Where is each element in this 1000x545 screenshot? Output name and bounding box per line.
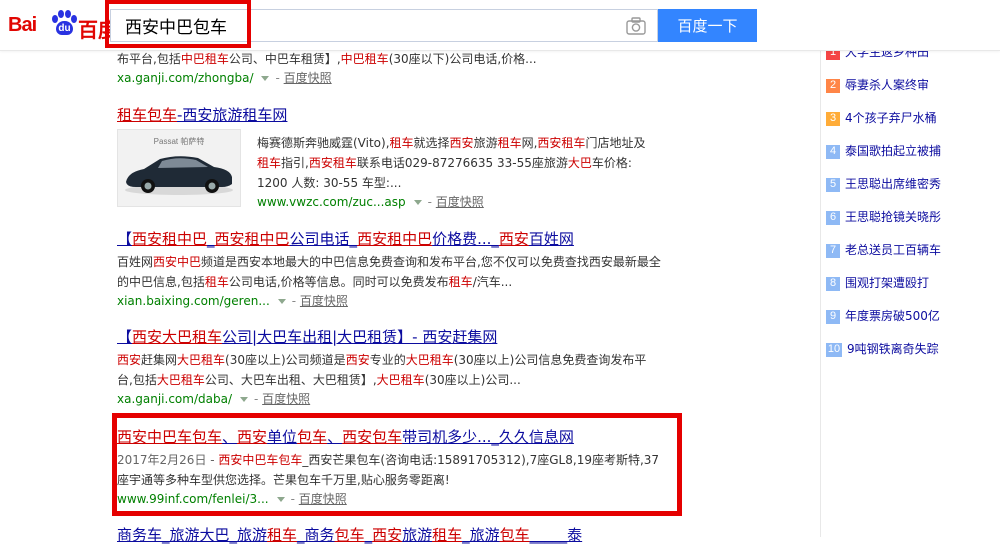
search-button[interactable]: 百度一下 — [658, 9, 757, 42]
hot-list-label: 年度票房破500亿 — [845, 309, 940, 323]
camera-icon[interactable] — [626, 17, 646, 35]
header-bar: Bai du 百度 百度一下 — [0, 0, 1000, 51]
result-item: 布平台,包括中巴租车公司、中巴车租赁】,中巴租车(30座以下)公司电话,价格..… — [117, 49, 677, 87]
result-item: 西安中巴车包车、西安单位包车、西安包车带司机多少..._久久信息网 2017年2… — [117, 426, 677, 508]
hot-list-item[interactable]: 6 王思聪抢镜关晓彤 — [826, 208, 941, 228]
hot-list-label: 泰国歌拍起立被捕 — [845, 144, 942, 158]
result-title[interactable]: 租车包车-西安旅游租车网 — [117, 104, 677, 125]
snapshot-link[interactable]: 百度快照 — [300, 294, 348, 308]
rank-badge: 8 — [826, 277, 840, 291]
result-item: 【西安大巴租车公司|大巴车出租|大巴租赁】- 西安赶集网 西安赶集网大巴租车(3… — [117, 326, 677, 408]
dropdown-arrow-icon[interactable] — [276, 496, 285, 502]
result-url-line: www.99inf.com/fenlei/3... - 百度快照 — [117, 492, 347, 506]
hot-list-item[interactable]: 3 4个孩子弃尸水桶 — [826, 109, 937, 129]
logo-text-en: Bai — [8, 14, 37, 36]
hot-list-label: 围观打架遭殴打 — [845, 276, 930, 290]
rank-badge: 6 — [826, 211, 840, 225]
rank-badge: 9 — [826, 310, 840, 324]
result-url[interactable]: xa.ganji.com/zhongba/ — [117, 71, 253, 85]
snapshot-link[interactable]: 百度快照 — [284, 71, 332, 85]
dropdown-arrow-icon[interactable] — [239, 396, 248, 402]
result-url[interactable]: www.99inf.com/fenlei/3... — [117, 492, 269, 506]
paw-icon: du — [52, 10, 77, 38]
dropdown-arrow-icon[interactable] — [277, 298, 286, 304]
hot-list-item[interactable]: 8 围观打架遭殴打 — [826, 274, 929, 294]
result-url-line: xian.baixing.com/geren... - 百度快照 — [117, 294, 348, 308]
rank-badge: 7 — [826, 244, 840, 258]
result-item: 租车包车-西安旅游租车网 Passat 帕萨特 梅赛德斯奔驰威霆(Vito),租… — [117, 104, 677, 209]
result-abstract: 梅赛德斯奔驰威霆(Vito),租车就选择西安旅游租车网,西安租车门店地址及租车指… — [257, 136, 646, 190]
search-input[interactable] — [111, 10, 625, 41]
result-item: 【西安租中巴_西安租中巴公司电话_西安租中巴价格费..._西安百姓网 百姓网西安… — [117, 228, 677, 310]
result-url-line: www.vwzc.com/zuc...asp - 百度快照 — [257, 195, 484, 209]
hot-list-label: 老总送员工百辆车 — [845, 243, 942, 257]
hot-list-item[interactable]: 10 9吨钢铁离奇失踪 — [826, 340, 939, 360]
hot-list-label: 王思聪抢镜关晓彤 — [845, 210, 942, 224]
snapshot-link[interactable]: 百度快照 — [299, 492, 347, 506]
result-item: 商务车_旅游大巴_旅游租车_商务包车_西安旅游租车_旅游包车_____泰 — [117, 524, 677, 545]
hot-list-item[interactable]: 4 泰国歌拍起立被捕 — [826, 142, 941, 162]
result-title[interactable]: 【西安租中巴_西安租中巴公司电话_西安租中巴价格费..._西安百姓网 — [117, 228, 677, 249]
hot-list-label: 4个孩子弃尸水桶 — [845, 111, 937, 125]
result-abstract: 百姓网西安中巴频道是西安本地最大的中巴信息免费查询和发布平台,您不仅可以免费查找… — [117, 255, 661, 289]
rank-badge: 4 — [826, 145, 840, 159]
hot-list-label: 9吨钢铁离奇失踪 — [847, 342, 939, 356]
dropdown-arrow-icon[interactable] — [261, 75, 270, 81]
result-thumbnail[interactable]: Passat 帕萨特 — [117, 129, 241, 207]
hot-list-label: 王思聪出席维密秀 — [845, 177, 942, 191]
search-results: 布平台,包括中巴租车公司、中巴车租赁】,中巴租车(30座以下)公司电话,价格..… — [0, 0, 700, 544]
result-title[interactable]: 商务车_旅游大巴_旅游租车_商务包车_西安旅游租车_旅游包车_____泰 — [117, 524, 677, 545]
hot-search-list: 1 大学生返乡种田 2 辱妻杀人案终审 3 4个孩子弃尸水桶 4 泰国歌拍起立被捕 5王… — [820, 38, 1000, 537]
result-title[interactable]: 【西安大巴租车公司|大巴车出租|大巴租赁】- 西安赶集网 — [117, 326, 677, 347]
result-url-line: xa.ganji.com/zhongba/- 百度快照 — [117, 71, 332, 85]
hot-list-item[interactable]: 5 王思聪出席维密秀 — [826, 175, 941, 195]
result-title[interactable]: 西安中巴车包车、西安单位包车、西安包车带司机多少..._久久信息网 — [117, 426, 677, 447]
result-abstract: 布平台,包括中巴租车公司、中巴车租赁】,中巴租车(30座以下)公司电话,价格..… — [117, 52, 537, 66]
thumbnail-caption: Passat 帕萨特 — [153, 137, 205, 146]
rank-badge: 2 — [826, 79, 840, 93]
result-abstract: 西安赶集网大巴租车(30座以上)公司频道是西安专业的大巴租车(30座以上)公司信… — [117, 353, 647, 387]
result-url[interactable]: www.vwzc.com/zuc...asp — [257, 195, 406, 209]
result-url[interactable]: xa.ganji.com/daba/ — [117, 392, 232, 406]
hot-list-item[interactable]: 9 年度票房破500亿 — [826, 307, 940, 327]
dropdown-arrow-icon[interactable] — [413, 199, 422, 205]
result-abstract: 2017年2月26日 - 西安中巴车包车_西安芒果包车(咨询电话:1589170… — [117, 453, 660, 487]
hot-list-label: 辱妻杀人案终审 — [845, 78, 930, 92]
rank-badge: 5 — [826, 178, 840, 192]
snapshot-link[interactable]: 百度快照 — [436, 195, 484, 209]
result-url-line: xa.ganji.com/daba/- 百度快照 — [117, 392, 311, 406]
rank-badge: 10 — [826, 343, 842, 357]
hot-list-item[interactable]: 7 老总送员工百辆车 — [826, 241, 941, 261]
result-url[interactable]: xian.baixing.com/geren... — [117, 294, 270, 308]
hot-list-item[interactable]: 2 辱妻杀人案终审 — [826, 76, 929, 96]
rank-badge: 3 — [826, 112, 840, 126]
search-box — [110, 9, 658, 42]
snapshot-link[interactable]: 百度快照 — [262, 392, 310, 406]
